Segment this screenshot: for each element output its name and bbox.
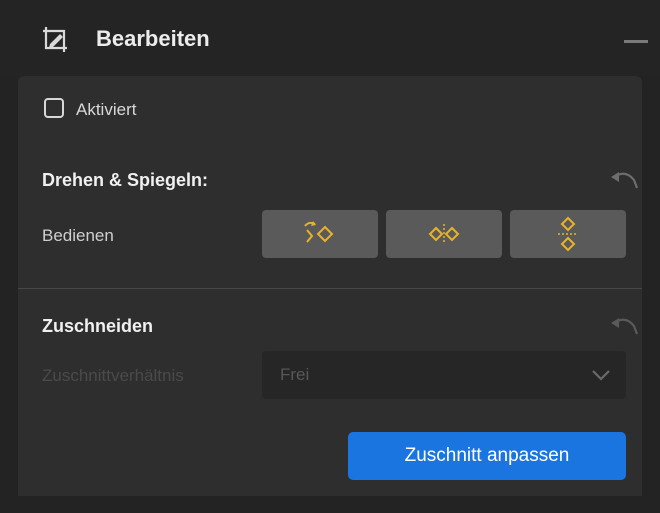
flip-horizontal-button[interactable] [386,210,502,258]
activated-checkbox[interactable] [44,98,64,118]
crop-reset-icon[interactable] [608,316,640,338]
collapse-button[interactable] [624,40,648,43]
rotate-reset-icon[interactable] [608,170,640,192]
flip-vertical-button[interactable] [510,210,626,258]
apply-crop-button[interactable]: Zuschnitt anpassen [348,432,626,480]
rotate-flip-title: Drehen & Spiegeln: [42,170,209,190]
flip-horizontal-icon [428,224,460,244]
panel-header[interactable]: Bearbeiten [0,0,660,76]
crop-ratio-label: Zuschnittverhältnis [42,366,184,385]
operate-label: Bedienen [42,226,114,245]
edit-settings-panel: Aktiviert Drehen & Spiegeln: Bedienen Zu… [18,76,642,496]
edit-crop-icon [43,27,67,52]
crop-ratio-value: Frei [280,365,310,384]
activated-label: Aktiviert [76,100,137,119]
rotate-button[interactable] [262,210,378,258]
chevron-down-icon [592,370,610,381]
crop-title: Zuschneiden [42,316,154,336]
edit-panel-window: Bearbeiten Aktiviert Drehen & Spiegeln: … [0,0,660,513]
panel-title: Bearbeiten [96,26,210,51]
flip-vertical-icon [558,216,578,252]
crop-ratio-select[interactable]: Frei [262,351,626,399]
rotate-icon [304,221,334,243]
section-divider [18,288,642,289]
